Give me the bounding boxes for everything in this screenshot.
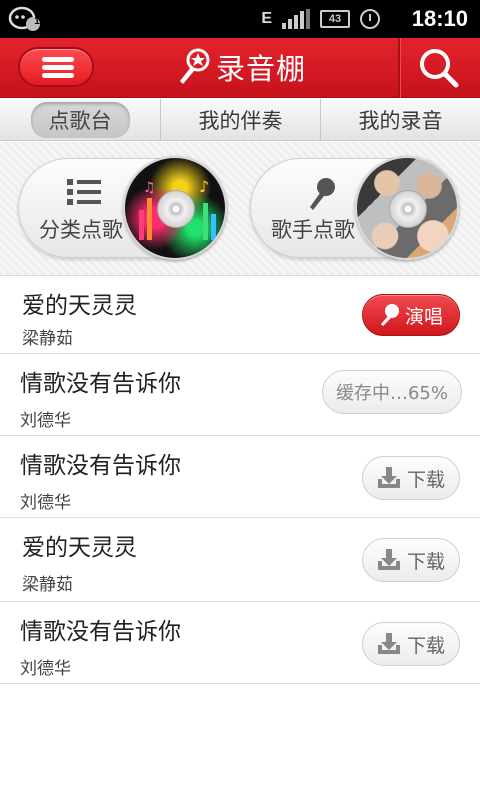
- song-artist: 刘德华: [20, 659, 71, 679]
- tab-song-station[interactable]: 点歌台: [0, 99, 160, 141]
- song-list: 爱的天灵灵 梁静茹 演唱 情歌没有告诉你 刘德华 缓存中…65% 情歌没有告诉你…: [0, 276, 480, 684]
- download-icon: [377, 633, 400, 654]
- search-icon: [420, 49, 459, 88]
- list-item[interactable]: 情歌没有告诉你 刘德华 缓存中…65%: [0, 354, 480, 436]
- microphone-icon: [310, 178, 335, 210]
- tab-label: 我的伴奏: [198, 109, 283, 133]
- music-equalizer-disc-image: ♪ ♫: [123, 156, 227, 260]
- svg-text:♫: ♫: [143, 180, 156, 196]
- category-panel: 分类点歌 ♪ ♫ 歌手点歌: [0, 142, 480, 276]
- song-title: 情歌没有告诉你: [20, 371, 181, 397]
- notification-count: 1: [34, 16, 40, 27]
- header-title-text: 录音棚: [216, 52, 307, 86]
- microphone-icon: [380, 304, 399, 326]
- search-button[interactable]: [416, 46, 462, 90]
- caching-status-label: 缓存中…65%: [335, 383, 448, 404]
- tab-label: 点歌台: [30, 102, 130, 138]
- song-title: 爱的天灵灵: [22, 535, 137, 561]
- hamburger-menu-icon: [42, 57, 74, 62]
- battery-level: 43: [320, 10, 350, 28]
- song-artist: 刘德华: [20, 493, 71, 513]
- download-button[interactable]: 下载: [362, 538, 460, 582]
- download-label: 下载: [406, 468, 445, 491]
- sing-button[interactable]: 演唱: [362, 294, 460, 336]
- list-item[interactable]: 爱的天灵灵 梁静茹 下载: [0, 518, 480, 602]
- notification-icon: 1: [8, 6, 44, 32]
- song-artist: 梁静茹: [22, 329, 73, 349]
- song-title: 爱的天灵灵: [22, 293, 137, 319]
- download-button[interactable]: 下载: [362, 456, 460, 500]
- caching-status-button[interactable]: 缓存中…65%: [322, 370, 462, 414]
- category-singer-button[interactable]: 歌手点歌: [250, 156, 459, 260]
- list-item[interactable]: 情歌没有告诉你 刘德华 下载: [0, 436, 480, 518]
- tab-bar: 点歌台 我的伴奏 我的录音: [0, 99, 480, 141]
- song-title: 情歌没有告诉你: [20, 619, 181, 645]
- app-header: 录音棚: [0, 38, 480, 98]
- header-divider: [398, 38, 400, 98]
- list-icon: [67, 179, 101, 205]
- tab-my-recordings[interactable]: 我的录音: [320, 99, 480, 141]
- svg-text:♪: ♪: [199, 177, 209, 196]
- download-icon: [377, 549, 400, 570]
- status-bar: 1 E 43 18:10: [0, 0, 480, 38]
- disc-center: [389, 190, 427, 228]
- sing-button-label: 演唱: [404, 305, 443, 328]
- singer-collage-disc-image: [355, 156, 459, 260]
- tab-label: 我的录音: [358, 109, 443, 133]
- clock: 18:10: [411, 6, 468, 31]
- download-label: 下载: [406, 550, 445, 573]
- download-button[interactable]: 下载: [362, 622, 460, 666]
- category-browse-button[interactable]: 分类点歌 ♪ ♫: [18, 156, 227, 260]
- network-type: E: [261, 10, 272, 27]
- category-label: 分类点歌: [39, 218, 123, 242]
- download-icon: [377, 467, 400, 488]
- song-title: 情歌没有告诉你: [20, 453, 181, 479]
- category-label: 歌手点歌: [271, 218, 355, 242]
- song-artist: 梁静茹: [22, 575, 73, 595]
- menu-button[interactable]: [18, 47, 94, 87]
- page-title: 录音棚: [176, 46, 306, 88]
- disc-center: [157, 190, 195, 228]
- song-artist: 刘德华: [20, 411, 71, 431]
- signal-icon: [282, 9, 310, 29]
- list-item[interactable]: 情歌没有告诉你 刘德华 下载: [0, 602, 480, 684]
- download-label: 下载: [406, 634, 445, 657]
- list-item[interactable]: 爱的天灵灵 梁静茹 演唱: [0, 276, 480, 354]
- microphone-star-icon: [180, 48, 210, 84]
- alarm-icon: [360, 9, 380, 29]
- tab-my-accompaniment[interactable]: 我的伴奏: [160, 99, 320, 141]
